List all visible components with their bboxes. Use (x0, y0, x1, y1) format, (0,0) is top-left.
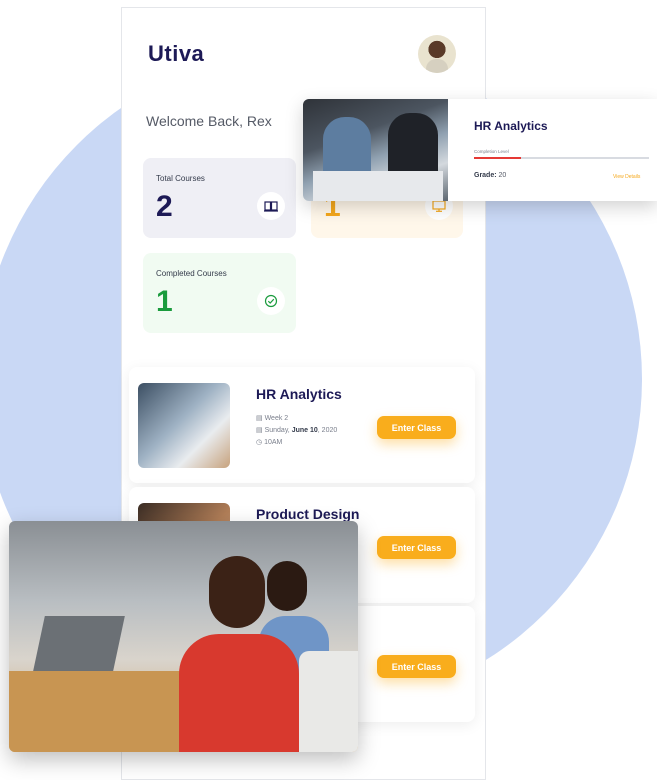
enter-class-button[interactable]: Enter Class (377, 416, 456, 439)
enter-class-button[interactable]: Enter Class (377, 655, 456, 678)
view-details-link[interactable]: View Details (613, 174, 640, 180)
meeting-photo (303, 99, 448, 201)
classroom-photo (9, 521, 358, 752)
book-icon (257, 192, 285, 220)
course-title: HR Analytics (256, 386, 342, 402)
course-title: Product Design (256, 506, 360, 522)
completed-courses-card[interactable]: Completed Courses 1 (143, 253, 296, 333)
calendar-icon: ▤ (256, 427, 263, 434)
hr-card-title: HR Analytics (474, 119, 548, 133)
calendar-icon: ▤ (256, 415, 263, 422)
completion-progress-fill (474, 157, 522, 159)
course-time: ◷ 10AM (256, 439, 283, 446)
enter-class-button[interactable]: Enter Class (377, 536, 456, 559)
completion-progress-bar (474, 157, 649, 159)
total-courses-value: 2 (156, 190, 173, 223)
completed-courses-label: Completed Courses (156, 269, 227, 278)
utiva-logo: Utiva (148, 41, 205, 66)
welcome-message: Welcome Back, Rex (146, 113, 272, 129)
total-courses-label: Total Courses (156, 174, 205, 183)
user-avatar[interactable] (418, 35, 456, 73)
course-date: ▤ Sunday, June 10, 2020 (256, 427, 338, 434)
completed-courses-value: 1 (156, 285, 173, 318)
total-courses-card[interactable]: Total Courses 2 (143, 158, 296, 238)
hr-analytics-progress-card[interactable]: HR Analytics Completion Level Grade: 20 … (303, 99, 657, 201)
course-week: ▤ Week 2 (256, 415, 289, 422)
completion-level-label: Completion Level (474, 149, 509, 154)
course-thumbnail (138, 383, 230, 468)
course-card-hr-analytics[interactable]: HR Analytics ▤ Week 2 ▤ Sunday, June 10,… (129, 367, 475, 483)
grade: Grade: 20 (474, 172, 507, 179)
clock-icon: ◷ (256, 439, 263, 446)
check-circle-icon (257, 287, 285, 315)
